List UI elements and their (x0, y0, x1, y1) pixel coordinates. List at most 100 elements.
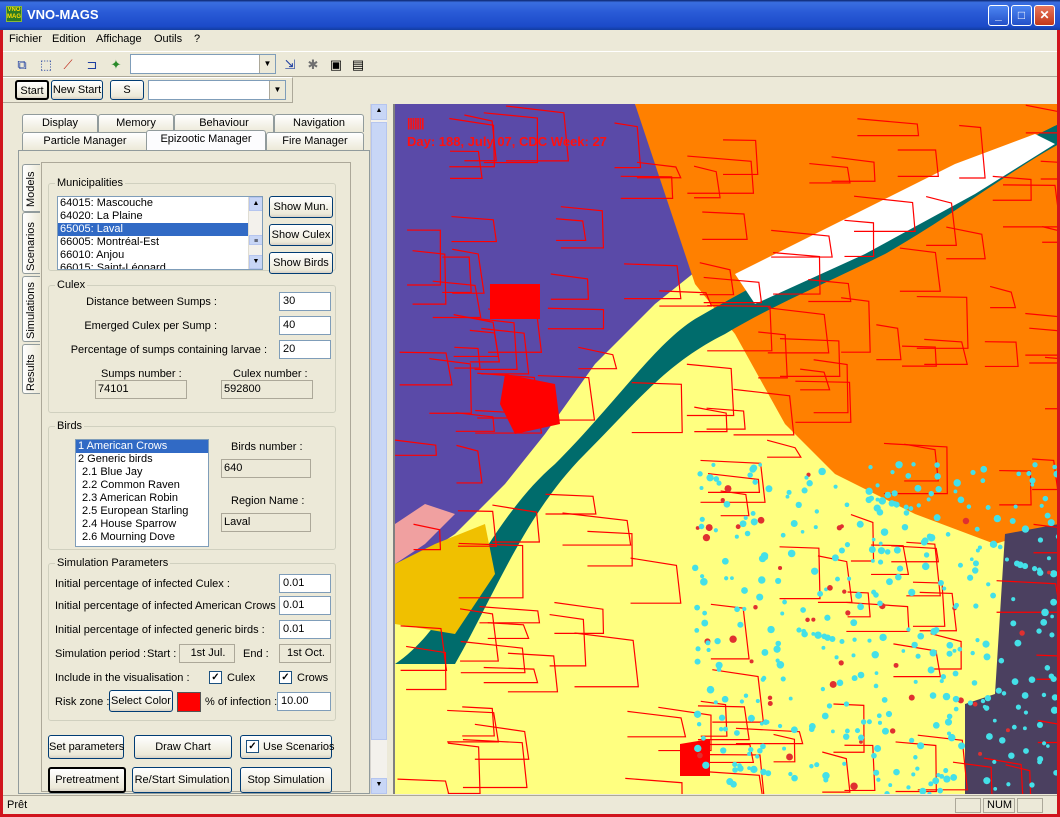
stop-simulation-button[interactable]: Stop Simulation (240, 767, 332, 793)
pretreatment-button[interactable]: Pretreatment (48, 767, 126, 793)
scroll-down-icon[interactable]: ▼ (249, 255, 262, 269)
select-icon[interactable]: ⬚ (37, 56, 55, 74)
use-scenarios-toggle[interactable]: ✓ Use Scenarios (240, 735, 335, 759)
vtab-results[interactable]: Results (22, 344, 40, 394)
restart-simulation-button[interactable]: Re/Start Simulation (132, 767, 232, 793)
list-item[interactable]: 65005: Laval (58, 223, 262, 236)
infection-point (758, 576, 766, 584)
infection-point (801, 487, 808, 494)
tab-epizootic-manager[interactable]: Epizootic Manager (146, 130, 266, 150)
list-item[interactable]: 2.5 European Starling (76, 505, 208, 518)
list-item[interactable]: 2.2 Common Raven (76, 479, 208, 492)
bird-icon[interactable]: ✦ (107, 56, 125, 74)
start-button[interactable]: Start (15, 80, 49, 100)
maximize-button[interactable]: □ (1011, 5, 1032, 26)
title-bar[interactable]: VNO MAGS VNO-MAGS _ □ ✕ (0, 0, 1060, 30)
infection-point (806, 480, 813, 487)
emerged-field[interactable]: 40 (279, 316, 331, 335)
vtab-scenarios[interactable]: Scenarios (22, 212, 40, 274)
new-start-button[interactable]: New Start (51, 80, 103, 100)
list-item[interactable]: 2.6 Mourning Dove (76, 531, 208, 544)
select-color-button[interactable]: Select Color (109, 690, 173, 712)
graph-icon[interactable]: ⟋ (59, 56, 77, 74)
list-item[interactable]: 2.3 American Robin (76, 492, 208, 505)
region-map[interactable] (395, 104, 1057, 794)
infection-point (855, 592, 863, 599)
list-item[interactable]: 66005: Montréal-Est (58, 236, 262, 249)
birds-list[interactable]: 1 American Crows 2 Generic birds 2.1 Blu… (75, 439, 209, 547)
birds-title: Birds (55, 420, 85, 432)
chevron-down-icon[interactable]: ▼ (269, 81, 285, 99)
tab-display[interactable]: Display (22, 114, 98, 132)
distance-field[interactable]: 30 (279, 292, 331, 311)
s-button[interactable]: S (110, 80, 144, 100)
close-button[interactable]: ✕ (1034, 5, 1055, 26)
show-birds-button[interactable]: Show Birds (269, 252, 333, 274)
infection-point (966, 504, 972, 509)
scroll-down-icon[interactable]: ▼ (371, 778, 387, 794)
sumps-label: Sumps number : (101, 368, 182, 380)
scroll-up-icon[interactable]: ▲ (371, 104, 387, 120)
inf-crows-field[interactable]: 0.01 (279, 596, 331, 615)
list-item[interactable]: 64015: Mascouche (58, 197, 262, 210)
list-item[interactable]: 1 American Crows (76, 440, 208, 453)
scenario-combo[interactable]: ▼ (148, 80, 286, 100)
list-item[interactable]: 2 Generic birds (76, 453, 208, 466)
network-icon[interactable]: ⧉ (13, 56, 31, 74)
set-parameters-button[interactable]: Set parameters (48, 735, 124, 759)
list-item[interactable]: 64020: La Plaine (58, 210, 262, 223)
tab-navigation[interactable]: Navigation (274, 114, 364, 132)
inf-culex-field[interactable]: 0.01 (279, 574, 331, 593)
list-item[interactable]: 2.1 Blue Jay (76, 466, 208, 479)
tab-fire-manager[interactable]: Fire Manager (266, 132, 364, 150)
infection-field[interactable]: 10.00 (277, 692, 331, 711)
tab-particle-manager[interactable]: Particle Manager (22, 132, 148, 150)
layer-combo[interactable]: ▼ (130, 54, 276, 74)
menu-fichier[interactable]: Fichier (9, 33, 42, 45)
infection-point (881, 727, 889, 735)
infection-point (729, 635, 737, 643)
infection-point (850, 782, 858, 790)
save-as-icon[interactable]: ▤ (349, 56, 367, 74)
crows-checkbox[interactable]: ✓ (279, 671, 292, 684)
municipalities-list[interactable]: 64015: Mascouche 64020: La Plaine 65005:… (57, 196, 263, 270)
show-mun-button[interactable]: Show Mun. (269, 196, 333, 218)
menu-help[interactable]: ? (194, 33, 200, 45)
infection-point (1048, 673, 1055, 679)
import-icon[interactable]: ⇲ (281, 56, 299, 74)
save-icon[interactable]: ▣ (327, 56, 345, 74)
risk-color-swatch[interactable] (177, 692, 201, 712)
vtab-models[interactable]: Models (22, 164, 40, 212)
infection-point (791, 774, 798, 782)
minimize-button[interactable]: _ (988, 5, 1009, 26)
show-culex-button[interactable]: Show Culex (269, 224, 333, 246)
map-view[interactable]: ||||||| Day: 188, July 07, CDC Week: 27 (393, 104, 1057, 794)
vtab-simulations[interactable]: Simulations (22, 276, 40, 342)
scrollbar[interactable]: ▲ ≡ ▼ (248, 197, 262, 269)
list-item[interactable]: 2.4 House Sparrow (76, 518, 208, 531)
infection-point (1044, 512, 1051, 519)
infection-point (785, 494, 790, 499)
use-scenarios-checkbox[interactable]: ✓ (246, 740, 259, 753)
folder-icon[interactable]: ⊐ (83, 56, 101, 74)
draw-chart-button[interactable]: Draw Chart (134, 735, 232, 759)
list-item[interactable]: 66010: Anjou (58, 249, 262, 262)
list-item[interactable]: 66015: Saint-Léonard (58, 262, 262, 269)
infection-point (699, 516, 705, 522)
end-label: End : (243, 648, 269, 660)
scroll-thumb[interactable] (371, 122, 387, 740)
larvae-pct-field[interactable]: 20 (279, 340, 331, 359)
period-label: Simulation period : (55, 648, 147, 660)
culex-checkbox[interactable]: ✓ (209, 671, 222, 684)
menu-edition[interactable]: Edition (52, 33, 86, 45)
inf-generic-field[interactable]: 0.01 (279, 620, 331, 639)
scroll-thumb[interactable]: ≡ (249, 235, 262, 245)
infection-point (893, 768, 900, 776)
infection-point (844, 502, 850, 508)
menu-outils[interactable]: Outils (154, 33, 182, 45)
scroll-up-icon[interactable]: ▲ (249, 197, 262, 211)
panel-scrollbar[interactable]: ▲ ▼ (370, 104, 387, 794)
settings-icon[interactable]: ✱ (304, 56, 322, 74)
chevron-down-icon[interactable]: ▼ (259, 55, 275, 73)
menu-affichage[interactable]: Affichage (96, 33, 142, 45)
